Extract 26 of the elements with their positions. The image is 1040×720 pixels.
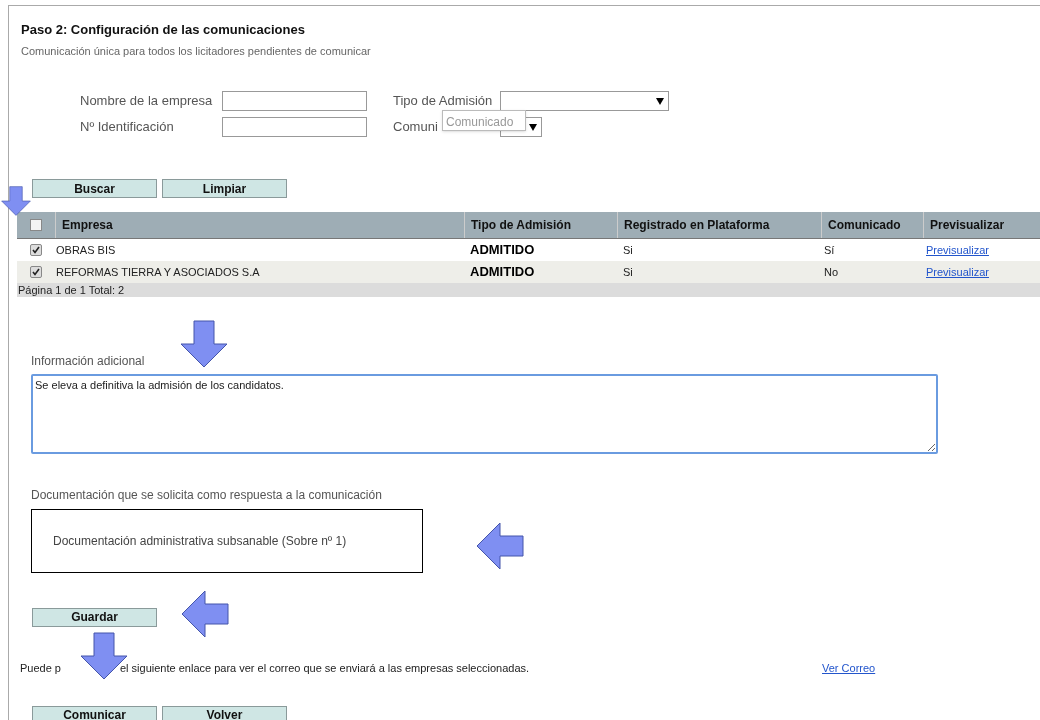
table-cell-text: Sí: [823, 242, 836, 258]
comunicado-tooltip: Comunicado: [442, 110, 526, 131]
table-cell-text: ADMITIDO: [469, 241, 536, 260]
note-text: Puede p: [20, 661, 62, 676]
field-label: Información adicional: [31, 353, 146, 370]
field-label: Tipo de Admisión: [393, 92, 493, 111]
table-cell-text: REFORMAS TIERRA Y ASOCIADOS S.A: [55, 264, 261, 280]
field-label: Comuni: [393, 118, 438, 137]
table-cell-text: No: [823, 264, 840, 280]
field-label: Nº Identificación: [80, 118, 175, 137]
column-header: Registrado en Plataforma: [617, 212, 821, 238]
table-cell-text: Si: [622, 264, 634, 280]
field-label: Nombre de la empresa: [80, 92, 214, 111]
table-cell-text: Si: [622, 242, 634, 258]
column-header: Tipo de Admisión: [464, 212, 617, 238]
field-label: Documentación que se solicita como respuesta a la comunicación: [31, 487, 383, 504]
column-header: Comunicado: [821, 212, 923, 238]
page-title: Paso 2: Configuración de las comunicaciones: [21, 21, 306, 39]
table-cell-text: OBRAS BIS: [55, 242, 117, 258]
page-subtitle: Comunicación única para todos los licitadores pendientes de comunicar: [21, 43, 372, 59]
documentation-item: Documentación administrativa subsanable (Sobre nº 1): [31, 509, 423, 573]
note-text: el siguiente enlace para ver el correo que se enviará a las empresas seleccionadas.: [120, 661, 530, 676]
column-header: Empresa: [55, 212, 464, 238]
pagination-info: Página 1 de 1 Total: 2: [17, 283, 1040, 297]
column-header: Previsualizar: [923, 212, 1040, 238]
table-cell-text: ADMITIDO: [469, 263, 536, 282]
